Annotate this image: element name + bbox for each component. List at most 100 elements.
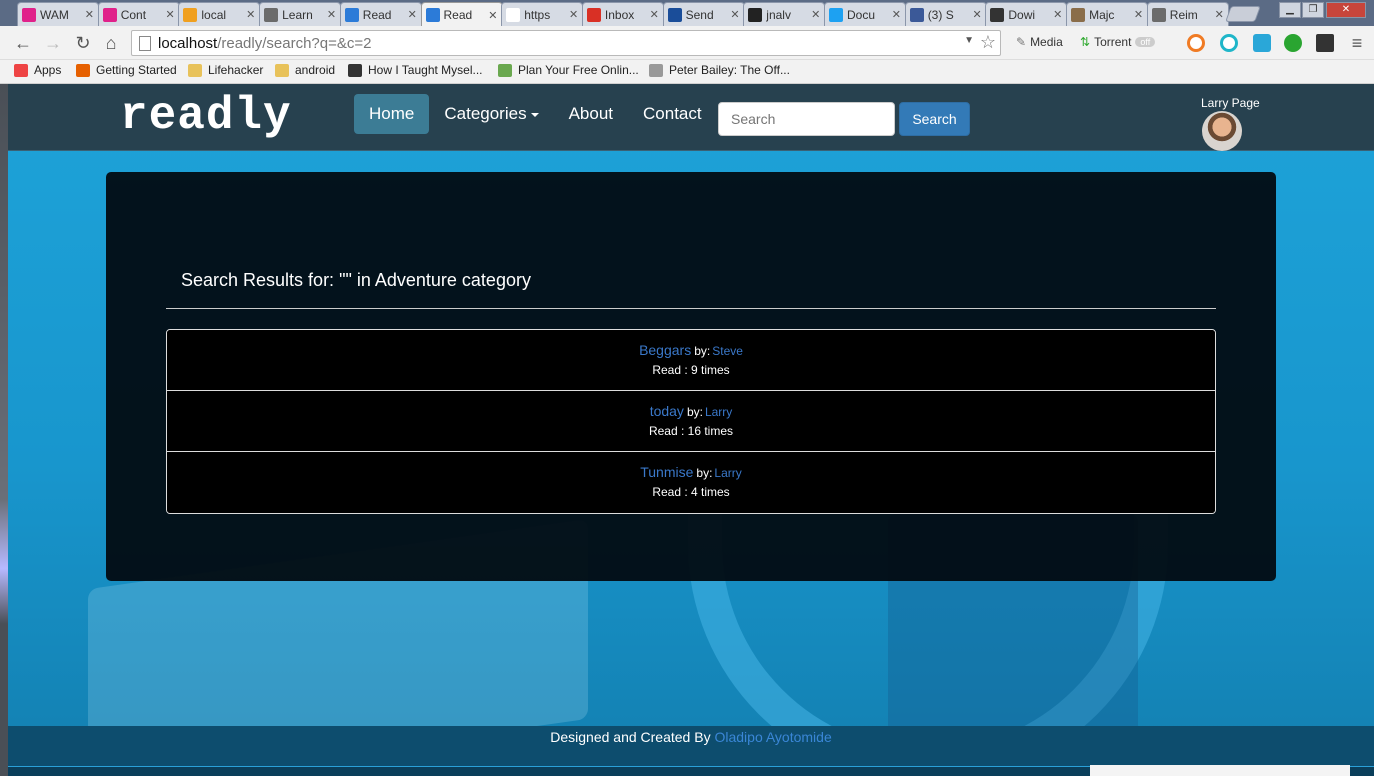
tab-title: Send	[685, 7, 714, 22]
torrent-label: Torrent	[1094, 35, 1132, 49]
home-icon[interactable]: ⌂	[100, 32, 122, 54]
tab-close-icon[interactable]: ✕	[730, 8, 739, 21]
address-bar[interactable]: localhost/readly/search?q=&c=2 ▼ ☆	[131, 30, 1001, 56]
book-line: Beggars by: Steve	[167, 342, 1215, 362]
menu-icon[interactable]: ≡	[1346, 32, 1368, 54]
extension-dark-icon[interactable]	[1316, 34, 1334, 52]
bookmark-item[interactable]: Apps	[14, 63, 61, 77]
bookmark-item[interactable]: android	[275, 63, 335, 77]
tab-close-icon[interactable]: ✕	[165, 8, 174, 21]
tab-close-icon[interactable]: ✕	[569, 8, 578, 21]
bookmark-icon	[14, 63, 28, 77]
user-name[interactable]: Larry Page	[1201, 96, 1260, 110]
media-extension[interactable]: ✎ Media	[1016, 35, 1063, 49]
browser-tab[interactable]: Send ✕	[662, 2, 745, 26]
footer-author-link[interactable]: Oladipo Ayotomide	[714, 729, 831, 745]
browser-tab[interactable]: Cont ✕	[97, 2, 180, 26]
author-link[interactable]: Larry	[705, 405, 732, 419]
tab-close-icon[interactable]: ✕	[488, 9, 497, 22]
nav-about[interactable]: About	[554, 94, 628, 134]
tab-close-icon[interactable]: ✕	[1053, 8, 1062, 21]
tab-close-icon[interactable]: ✕	[408, 8, 417, 21]
browser-tab[interactable]: Docu ✕	[824, 2, 906, 26]
search-input[interactable]	[718, 102, 895, 136]
bookmark-item[interactable]: Lifehacker	[188, 63, 263, 77]
back-icon[interactable]: ←	[12, 32, 34, 54]
read-count: Read : 9 times	[652, 363, 730, 377]
search-button[interactable]: Search	[899, 102, 970, 136]
nav-contact[interactable]: Contact	[628, 94, 717, 134]
tab-title: local	[201, 7, 227, 22]
browser-tab[interactable]: Learn ✕	[259, 2, 342, 26]
tab-close-icon[interactable]: ✕	[327, 8, 336, 21]
forward-icon[interactable]: →	[42, 32, 64, 54]
tab-favicon-icon	[909, 7, 924, 22]
tab-title: WAM	[40, 7, 69, 22]
tab-close-icon[interactable]: ✕	[892, 8, 901, 21]
reload-icon[interactable]: ↻	[72, 32, 94, 54]
browser-tab[interactable]: jnalv ✕	[743, 2, 826, 26]
site-navbar: readly Home Categories About Contact Sea…	[8, 84, 1374, 151]
book-title-link[interactable]: Tunmise	[640, 464, 693, 480]
site-logo[interactable]: readly	[120, 90, 292, 142]
author-link[interactable]: Steve	[712, 344, 743, 358]
media-label: Media	[1030, 35, 1063, 49]
book-title-link[interactable]: today	[650, 403, 684, 419]
tab-title: Cont	[120, 7, 147, 22]
bookmark-icon	[498, 63, 512, 77]
bookmark-star-icon[interactable]: ☆	[980, 32, 996, 53]
by-label: by:	[686, 405, 703, 419]
extension-blue-icon[interactable]	[1253, 34, 1271, 52]
browser-tab[interactable]: Reim ✕	[1146, 2, 1229, 26]
nav-categories-label: Categories	[444, 104, 527, 123]
browser-tab[interactable]: Dowi ✕	[985, 2, 1068, 26]
bookmark-icon	[348, 63, 362, 77]
tab-title: (3) S	[927, 7, 954, 22]
by-label: by:	[696, 466, 713, 480]
headphones-icon[interactable]	[1220, 34, 1238, 52]
browser-tab[interactable]: https ✕	[501, 2, 584, 26]
bookmark-item[interactable]: Peter Bailey: The Off...	[649, 63, 790, 77]
tab-close-icon[interactable]: ✕	[1215, 8, 1224, 21]
browser-tab[interactable]: local ✕	[178, 2, 261, 26]
bookmark-label: How I Taught Mysel...	[368, 63, 483, 77]
read-count: Read : 16 times	[648, 424, 734, 438]
results-list: Beggars by: Steve Read : 9 times today by: Lar…	[166, 329, 1216, 514]
torrent-icon: ⇅	[1080, 35, 1091, 49]
close-window-icon[interactable]: ✕	[1326, 2, 1366, 18]
list-item: Beggars by: Steve Read : 9 times	[167, 330, 1215, 391]
omnibox-dropdown-icon[interactable]: ▼	[964, 35, 974, 46]
torrent-extension[interactable]: ⇅ Torrent off	[1080, 35, 1156, 49]
tab-close-icon[interactable]: ✕	[246, 8, 255, 21]
tab-title: Reim	[1169, 7, 1198, 22]
tab-close-icon[interactable]: ✕	[650, 8, 659, 21]
tab-favicon-icon	[1071, 7, 1086, 22]
tab-close-icon[interactable]: ✕	[1134, 8, 1143, 21]
torrent-toggle[interactable]: off	[1135, 37, 1156, 47]
browser-tab[interactable]: Read ✕	[339, 2, 422, 26]
avatar[interactable]	[1202, 111, 1242, 151]
author-link[interactable]: Larry	[714, 466, 741, 480]
new-tab-button[interactable]	[1225, 6, 1261, 22]
browser-tab[interactable]: Majc ✕	[1066, 2, 1149, 26]
extension-orange-icon[interactable]	[1187, 34, 1205, 52]
nav-categories[interactable]: Categories	[429, 94, 553, 134]
tab-favicon-icon	[425, 8, 440, 22]
tab-favicon-icon	[102, 7, 117, 22]
browser-tab[interactable]: WAM ✕	[17, 2, 99, 26]
restore-icon[interactable]: ❐	[1302, 2, 1324, 18]
extension-green-icon[interactable]	[1284, 34, 1302, 52]
browser-tab[interactable]: Inbox ✕	[581, 2, 664, 26]
tab-favicon-icon	[586, 7, 601, 22]
tab-close-icon[interactable]: ✕	[811, 8, 820, 21]
browser-tab[interactable]: Read ✕	[420, 2, 503, 27]
tab-close-icon[interactable]: ✕	[972, 8, 981, 21]
bookmark-item[interactable]: Plan Your Free Onlin...	[498, 63, 639, 77]
minimize-icon[interactable]: ▁	[1279, 2, 1301, 18]
bookmark-item[interactable]: Getting Started	[76, 63, 177, 77]
book-title-link[interactable]: Beggars	[639, 342, 691, 358]
nav-home[interactable]: Home	[354, 94, 430, 134]
tab-close-icon[interactable]: ✕	[85, 8, 94, 21]
browser-tab[interactable]: (3) S ✕	[904, 2, 987, 26]
bookmark-item[interactable]: How I Taught Mysel...	[348, 63, 483, 77]
